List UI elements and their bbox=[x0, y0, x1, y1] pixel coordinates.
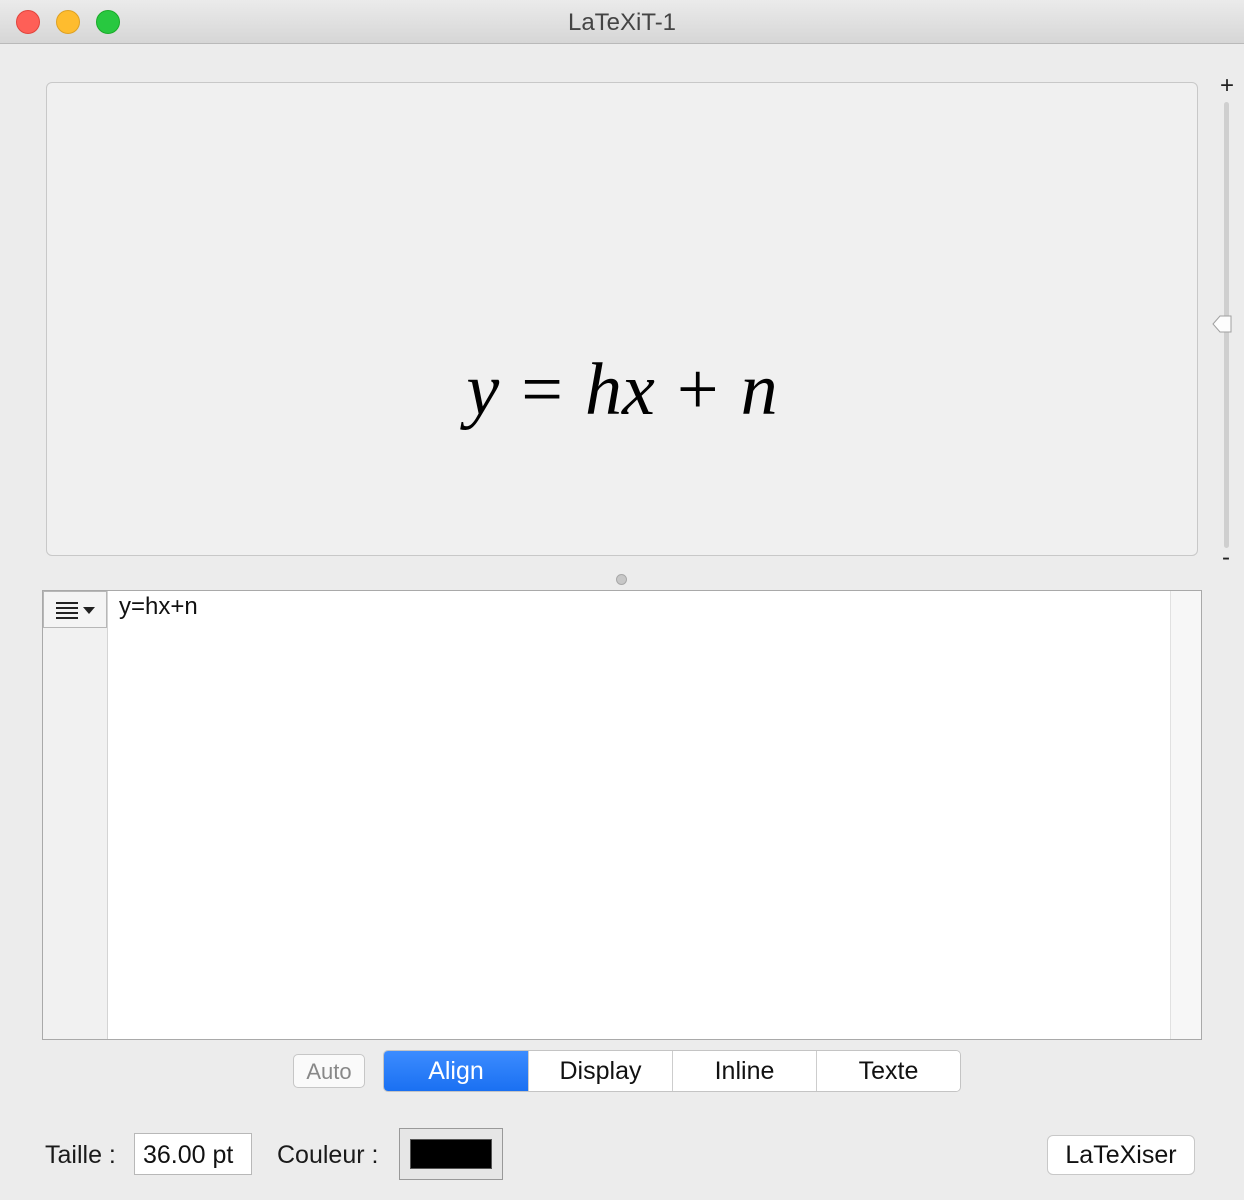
formula-plus: + bbox=[676, 349, 719, 431]
equation-preview[interactable]: y = hx + n bbox=[46, 82, 1198, 556]
editor-content[interactable]: y=hx+n bbox=[119, 593, 198, 621]
zoom-in-label: + bbox=[1220, 72, 1235, 99]
zoom-slider-thumb[interactable] bbox=[1212, 314, 1232, 334]
editor-gutter bbox=[43, 591, 108, 1039]
mode-align[interactable]: Align bbox=[384, 1051, 528, 1091]
auto-mode-button[interactable]: Auto bbox=[293, 1054, 365, 1088]
font-size-field[interactable]: 36.00 pt bbox=[134, 1133, 252, 1175]
color-swatch bbox=[410, 1139, 492, 1169]
mode-inline[interactable]: Inline bbox=[672, 1051, 816, 1091]
zoom-out-label: - bbox=[1222, 544, 1230, 571]
formula-h: h bbox=[585, 349, 622, 431]
formula-y: y bbox=[466, 349, 500, 431]
formula-n: n bbox=[740, 349, 778, 431]
split-view-handle[interactable] bbox=[616, 574, 627, 585]
editor-options-menu-button[interactable] bbox=[43, 591, 107, 628]
formula-x: x bbox=[622, 349, 655, 431]
list-menu-icon bbox=[56, 602, 95, 619]
latexise-button[interactable]: LaTeXiser bbox=[1047, 1135, 1195, 1175]
formula-equals: = bbox=[521, 349, 563, 431]
latex-source-editor[interactable]: y=hx+n bbox=[42, 590, 1202, 1040]
rendered-formula: y = hx + n bbox=[47, 353, 1197, 427]
color-well[interactable] bbox=[399, 1128, 503, 1180]
color-label: Couleur : bbox=[277, 1141, 379, 1169]
window-title: LaTeXiT-1 bbox=[567, 9, 677, 36]
editor-scrollbar[interactable] bbox=[1170, 591, 1201, 1039]
mode-texte[interactable]: Texte bbox=[816, 1051, 960, 1091]
mode-display[interactable]: Display bbox=[528, 1051, 672, 1091]
title-bar: LaTeXiT-1 bbox=[0, 0, 1244, 44]
mode-segmented-control: Align Display Inline Texte bbox=[383, 1050, 961, 1092]
size-label: Taille : bbox=[45, 1141, 116, 1169]
latexit-window: LaTeXiT-1 y = hx + n + - y=hx+n Auto Ali… bbox=[0, 0, 1244, 1200]
